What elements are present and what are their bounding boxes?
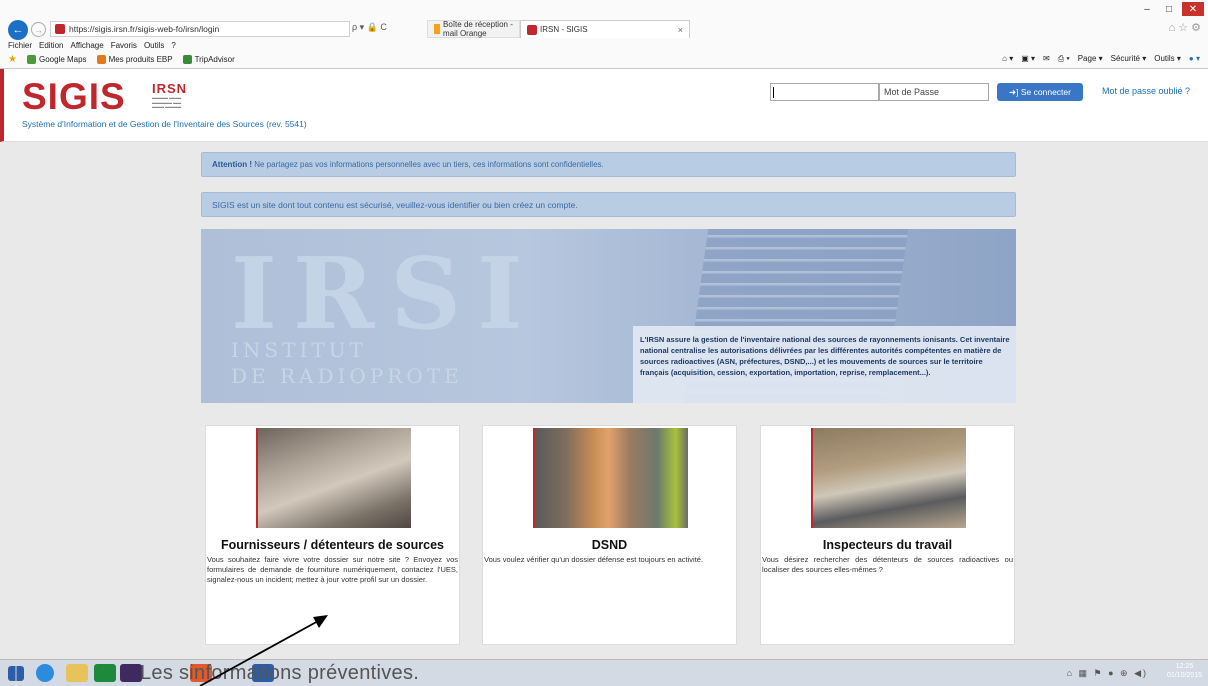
menu-edition[interactable]: Edition — [39, 41, 63, 50]
card-lab-photo — [256, 428, 411, 528]
favorite-tripadvisor[interactable]: TripAdvisor — [182, 55, 235, 65]
address-tools[interactable]: ρ ▾ 🔒 C — [352, 22, 387, 33]
menu-outils[interactable]: Outils — [144, 41, 164, 50]
media-app-icon[interactable] — [120, 664, 142, 682]
print-icon[interactable]: ⎙ ▾ — [1058, 54, 1070, 64]
windows-start-icon[interactable] — [8, 666, 24, 681]
command-page[interactable]: Page ▾ — [1078, 54, 1103, 64]
menu-favoris[interactable]: Favoris — [111, 41, 137, 50]
site-favicon-icon — [55, 24, 65, 34]
tab-mail-orange[interactable]: Boîte de réception - mail Orange — [427, 20, 520, 38]
taskbar-overlay-text: Les sinformations préventives. — [140, 662, 420, 684]
card-title: Fournisseurs / détenteurs de sources — [221, 538, 444, 552]
forward-arrow-icon[interactable]: → — [31, 22, 46, 37]
card-description: Vous souhaitez faire vivre votre dossier… — [207, 555, 458, 584]
card-fournisseurs[interactable]: Fournisseurs / détenteurs de sources Vou… — [205, 425, 460, 645]
menu-affichage[interactable]: Affichage — [70, 41, 103, 50]
card-inspecteurs[interactable]: Inspecteurs du travail Vous désirez rech… — [760, 425, 1015, 645]
command-securite[interactable]: Sécurité ▾ — [1111, 54, 1147, 64]
card-description: Vous voulez vérifier qu'un dossier défen… — [484, 555, 704, 564]
home-star-gear-icons[interactable]: ⌂☆⚙ — [1169, 21, 1204, 34]
forgot-password-link[interactable]: Mot de passe oublié ? — [1102, 86, 1190, 96]
card-equipment-photo — [533, 428, 688, 528]
menu-fichier[interactable]: Fichier — [8, 41, 32, 50]
close-window-button[interactable]: ✕ — [1182, 2, 1204, 16]
menu-bar: Fichier Edition Affichage Favoris Outils… — [8, 41, 176, 50]
command-outils[interactable]: Outils ▾ — [1154, 54, 1181, 64]
system-tray-icons[interactable]: ⌂ ▦ ⚑ ● ⊕ ◀) — [1067, 668, 1148, 679]
store-icon[interactable] — [94, 664, 116, 682]
internet-explorer-icon[interactable] — [36, 664, 54, 682]
attention-alert: Attention ! Ne partagez pas vos informat… — [201, 152, 1016, 177]
banner-description: L'IRSN assure la gestion de l'inventaire… — [633, 326, 1016, 403]
favorite-google-maps[interactable]: Google Maps — [26, 55, 87, 65]
card-gauge-photo — [811, 428, 966, 528]
card-title: DSND — [591, 538, 628, 552]
attention-label: Attention ! — [212, 160, 252, 169]
sigis-logo[interactable]: SIGIS — [22, 76, 126, 118]
favorite-ebp[interactable]: Mes produits EBP — [96, 55, 173, 65]
password-input[interactable]: Mot de Passe — [879, 83, 989, 101]
back-arrow-icon[interactable]: ← — [8, 20, 28, 40]
feeds-icon[interactable]: ▣ ▾ — [1021, 54, 1035, 64]
folder-icon[interactable] — [66, 664, 88, 682]
browser-chrome: ← → https://sigis.irsn.fr/sigis-web-fo/i… — [0, 0, 1208, 69]
help-icon[interactable]: ● ▾ — [1189, 54, 1200, 64]
secure-alert: SIGIS est un site dont tout contenu est … — [201, 192, 1016, 217]
menu-help[interactable]: ? — [171, 41, 175, 50]
favorites-star-icon[interactable]: ★ — [8, 54, 17, 65]
url-text: https://sigis.irsn.fr/sigis-web-fo/irsn/… — [69, 24, 220, 34]
command-bar: ⌂ ▾ ▣ ▾ ✉ ⎙ ▾ Page ▾ Sécurité ▾ Outils ▾… — [1002, 54, 1200, 64]
login-button[interactable]: ➜] Se connecter — [997, 83, 1083, 101]
banner-institute-text: INSTITUT DE RADIOPROTE — [231, 338, 463, 388]
card-dsnd[interactable]: DSND Vous voulez vérifier qu'un dossier … — [482, 425, 737, 645]
minimize-button[interactable]: – — [1138, 2, 1156, 16]
maximize-button[interactable]: □ — [1160, 2, 1178, 16]
tab-label: IRSN - SIGIS — [540, 25, 588, 34]
banner-irsn-letters: IRSI — [231, 237, 539, 352]
address-bar[interactable]: https://sigis.irsn.fr/sigis-web-fo/irsn/… — [50, 21, 350, 37]
home-icon[interactable]: ⌂ ▾ — [1002, 54, 1013, 64]
card-description: Vous désirez rechercher des détenteurs d… — [762, 555, 1013, 574]
attention-text: Ne partagez pas vos informations personn… — [252, 160, 604, 169]
window-controls: – □ ✕ — [1138, 2, 1204, 16]
windows-taskbar: Les sinformations préventives. ⌂ ▦ ⚑ ● ⊕… — [0, 659, 1208, 686]
close-tab-icon[interactable]: × — [678, 25, 683, 35]
orange-favicon-icon — [434, 24, 441, 34]
site-subtitle: Système d'Information et de Gestion de l… — [22, 119, 307, 129]
irsn-logo[interactable]: IRSN ▬▬▬▬ ▬▬▬ ▬▬▬▬▬ ▬▬ ▬▬▬ ▬▬▬▬ — [152, 81, 187, 110]
username-input[interactable] — [770, 83, 879, 101]
mail-icon[interactable]: ✉ — [1043, 54, 1050, 64]
site-header: SIGIS IRSN ▬▬▬▬ ▬▬▬ ▬▬▬▬▬ ▬▬ ▬▬▬ ▬▬▬▬ Syst… — [0, 69, 1208, 142]
irsn-favicon-icon — [527, 24, 537, 35]
clock[interactable]: 12:25 01/10/2015 — [1167, 662, 1202, 680]
favorites-bar: ★ Google Maps Mes produits EBP TripAdvis… — [8, 54, 235, 65]
card-title: Inspecteurs du travail — [822, 538, 953, 552]
tab-irsn-sigis[interactable]: IRSN - SIGIS × — [520, 20, 690, 38]
tab-label: Boîte de réception - mail Orange — [443, 20, 513, 38]
